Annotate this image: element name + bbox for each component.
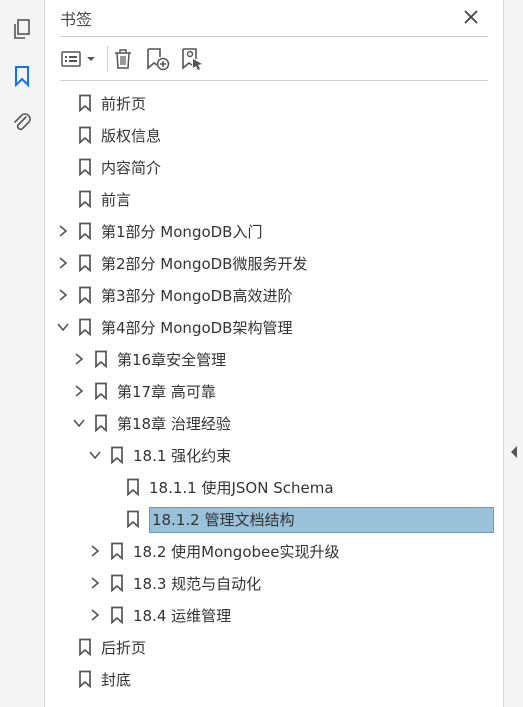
bookmark-icon xyxy=(78,222,92,241)
chevron-right-icon[interactable] xyxy=(87,607,103,623)
bookmark-icon xyxy=(78,94,92,113)
chevron-down-icon[interactable] xyxy=(55,319,71,335)
chevron-down-icon[interactable] xyxy=(71,415,87,431)
bookmark-label[interactable]: 18.4 运维管理 xyxy=(133,605,231,626)
bookmark-label[interactable]: 18.1 强化约束 xyxy=(133,445,231,466)
bookmark-label[interactable]: 第1部分 MongoDB入门 xyxy=(101,221,262,242)
bookmark-icon xyxy=(94,382,108,401)
bookmark-row[interactable]: 后折页 xyxy=(45,631,503,663)
bookmark-label[interactable]: 18.2 使用Mongobee实现升级 xyxy=(133,541,339,562)
bookmark-icon xyxy=(126,510,140,529)
bookmark-row[interactable]: 第1部分 MongoDB入门 xyxy=(45,215,503,247)
toolbar-divider-bottom xyxy=(60,80,488,81)
bookmark-row[interactable]: 内容简介 xyxy=(45,151,503,183)
bookmark-row[interactable]: 前折页 xyxy=(45,87,503,119)
bookmark-row[interactable]: 18.3 规范与自动化 xyxy=(45,567,503,599)
bookmark-icon xyxy=(78,670,92,689)
close-icon[interactable] xyxy=(459,5,483,29)
bookmark-label[interactable]: 第4部分 MongoDB架构管理 xyxy=(101,317,292,338)
bookmark-row[interactable]: 18.2 使用Mongobee实现升级 xyxy=(45,535,503,567)
bookmarks-panel: 书签 前折页 版权信息 内容简介 前言 第1部分 MongoDB入门 第2部分 … xyxy=(45,0,503,707)
bookmark-label[interactable]: 第16章安全管理 xyxy=(117,349,226,370)
panel-title: 书签 xyxy=(60,10,93,29)
bookmark-label[interactable]: 18.3 规范与自动化 xyxy=(133,573,261,594)
bookmark-row[interactable]: 18.1 强化约束 xyxy=(45,439,503,471)
chevron-right-icon[interactable] xyxy=(55,287,71,303)
panel-splitter[interactable] xyxy=(503,0,523,707)
bookmark-label[interactable]: 前折页 xyxy=(101,93,146,114)
bookmark-row[interactable]: 第3部分 MongoDB高效进阶 xyxy=(45,279,503,311)
bookmark-label[interactable]: 18.1.1 使用JSON Schema xyxy=(149,477,334,498)
collapse-arrow-icon[interactable] xyxy=(510,446,518,458)
bookmark-icon xyxy=(110,606,124,625)
bookmark-label[interactable]: 第2部分 MongoDB微服务开发 xyxy=(101,253,307,274)
bookmark-icon xyxy=(126,478,140,497)
bookmark-row[interactable]: 封底 xyxy=(45,663,503,695)
bookmarks-toolbar xyxy=(45,37,503,81)
bookmark-icon xyxy=(110,574,124,593)
bookmark-icon[interactable] xyxy=(8,62,36,90)
bookmark-label[interactable]: 前言 xyxy=(101,189,131,210)
bookmark-icon xyxy=(78,638,92,657)
bookmark-label[interactable]: 18.1.2 管理文档结构 xyxy=(149,507,494,533)
toolbar-divider xyxy=(107,46,108,72)
panel-header: 书签 xyxy=(45,0,503,36)
new-bookmark-from-structure-icon[interactable] xyxy=(180,46,206,72)
chevron-right-icon[interactable] xyxy=(71,351,87,367)
chevron-right-icon[interactable] xyxy=(71,383,87,399)
bookmark-icon xyxy=(78,286,92,305)
bookmark-row[interactable]: 18.1.1 使用JSON Schema xyxy=(45,471,503,503)
bookmark-label[interactable]: 版权信息 xyxy=(101,125,161,146)
bookmark-label[interactable]: 封底 xyxy=(101,669,131,690)
left-tool-rail xyxy=(0,0,45,707)
bookmark-row[interactable]: 18.4 运维管理 xyxy=(45,599,503,631)
chevron-down-icon[interactable] xyxy=(87,447,103,463)
bookmark-icon xyxy=(110,542,124,561)
chevron-right-icon[interactable] xyxy=(55,223,71,239)
bookmark-label[interactable]: 第3部分 MongoDB高效进阶 xyxy=(101,285,292,306)
bookmark-row[interactable]: 前言 xyxy=(45,183,503,215)
bookmark-label[interactable]: 后折页 xyxy=(101,637,146,658)
bookmark-icon xyxy=(78,254,92,273)
bookmark-label[interactable]: 第18章 治理经验 xyxy=(117,413,231,434)
bookmark-icon xyxy=(78,126,92,145)
bookmark-row[interactable]: 第2部分 MongoDB微服务开发 xyxy=(45,247,503,279)
bookmark-row[interactable]: 第4部分 MongoDB架构管理 xyxy=(45,311,503,343)
chevron-right-icon[interactable] xyxy=(87,543,103,559)
options-menu-icon[interactable] xyxy=(60,46,98,72)
bookmark-row[interactable]: 版权信息 xyxy=(45,119,503,151)
delete-icon[interactable] xyxy=(112,46,134,72)
bookmark-label[interactable]: 第17章 高可靠 xyxy=(117,381,216,402)
bookmark-icon xyxy=(78,158,92,177)
bookmark-icon xyxy=(78,190,92,209)
bookmark-icon xyxy=(78,318,92,337)
pages-icon[interactable] xyxy=(8,15,36,43)
bookmark-icon xyxy=(110,446,124,465)
chevron-right-icon[interactable] xyxy=(87,575,103,591)
bookmark-row[interactable]: 第17章 高可靠 xyxy=(45,375,503,407)
chevron-right-icon[interactable] xyxy=(55,255,71,271)
bookmark-row[interactable]: 第16章安全管理 xyxy=(45,343,503,375)
bookmark-icon xyxy=(94,414,108,433)
bookmark-label[interactable]: 内容简介 xyxy=(101,157,161,178)
new-bookmark-icon[interactable] xyxy=(145,46,171,72)
bookmark-row[interactable]: 第18章 治理经验 xyxy=(45,407,503,439)
attachment-icon[interactable] xyxy=(8,108,36,136)
bookmark-icon xyxy=(94,350,108,369)
bookmark-row[interactable]: 18.1.2 管理文档结构 xyxy=(45,503,503,535)
